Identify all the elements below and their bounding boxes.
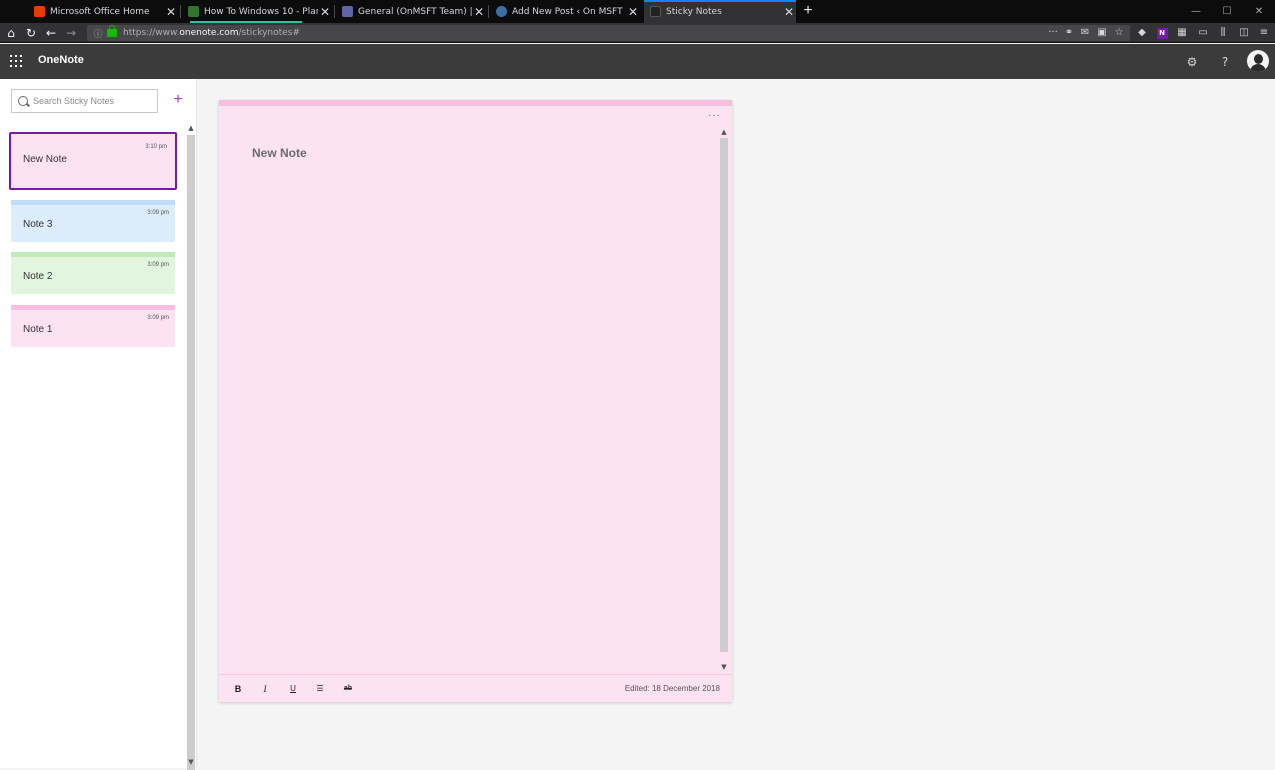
- note-card-new-note[interactable]: 3:10 pm New Note: [9, 132, 177, 190]
- back-icon[interactable]: ←: [42, 23, 60, 43]
- note-color-stripe: [11, 305, 175, 310]
- reader-icon[interactable]: ▣: [1094, 23, 1110, 43]
- search-box[interactable]: [11, 89, 158, 113]
- active-tab-indicator: [644, 0, 796, 2]
- notes-sidebar: + 3:10 pm New Note 3:09 pm Note 3 3:09 p…: [0, 79, 197, 770]
- close-icon[interactable]: ✕: [626, 5, 640, 19]
- extension-grid-icon[interactable]: ▦: [1174, 23, 1190, 43]
- planner-icon: [188, 6, 199, 17]
- menu-icon[interactable]: ≡: [1256, 23, 1272, 43]
- home-icon[interactable]: ⌂: [2, 23, 20, 43]
- page-actions-icon[interactable]: ···: [1045, 23, 1061, 43]
- close-icon[interactable]: ✕: [782, 5, 796, 19]
- format-toolbar: B I U ☰ ab Edited: 18 December 2018: [219, 674, 732, 702]
- scroll-up-icon[interactable]: ▲: [719, 127, 729, 137]
- app-title[interactable]: OneNote: [38, 54, 84, 66]
- onmsft-icon: [496, 6, 507, 17]
- note-title: Note 2: [23, 271, 53, 282]
- underline-button[interactable]: U: [286, 682, 300, 696]
- onenote-clipper-icon[interactable]: N: [1154, 23, 1170, 43]
- note-title: Note 3: [23, 219, 53, 230]
- app-launcher-icon[interactable]: [10, 55, 22, 67]
- browser-tab-onmsft[interactable]: Add New Post ‹ On MSFT — W ✕: [490, 0, 640, 23]
- tab-separator: [488, 5, 489, 18]
- close-icon[interactable]: ✕: [472, 5, 486, 19]
- maximize-button[interactable]: ☐: [1212, 0, 1242, 23]
- tab-label: How To Windows 10 - Planner: [204, 6, 318, 17]
- tab-label: Sticky Notes: [666, 6, 722, 17]
- more-options-icon[interactable]: ···: [708, 110, 721, 121]
- avatar[interactable]: [1247, 50, 1269, 72]
- address-bar[interactable]: ⓘ https://www. onenote.com/stickynotes#: [87, 25, 1130, 41]
- note-card-note-2[interactable]: 3:09 pm Note 2: [11, 252, 175, 294]
- library-icon[interactable]: ⫼: [1215, 23, 1231, 43]
- help-icon[interactable]: ?: [1216, 53, 1234, 71]
- tab-label: Add New Post ‹ On MSFT — W: [512, 6, 626, 17]
- close-icon[interactable]: ✕: [164, 5, 178, 19]
- scroll-down-icon[interactable]: ▼: [186, 757, 196, 767]
- sticky-notes-icon: [650, 6, 661, 17]
- scrollbar-thumb[interactable]: [720, 138, 728, 652]
- note-time: 3:09 pm: [147, 315, 169, 321]
- lock-icon[interactable]: [107, 25, 117, 37]
- url-prefix: https://www.: [123, 28, 180, 38]
- teams-icon: [342, 6, 353, 17]
- note-color-stripe: [11, 252, 175, 257]
- editor-scrollbar[interactable]: ▲ ▼: [719, 127, 729, 673]
- info-icon[interactable]: ⓘ: [91, 27, 105, 40]
- note-color-stripe: [219, 100, 732, 106]
- scrollbar-thumb[interactable]: [187, 135, 195, 770]
- browser-tab-strip: Microsoft Office Home ✕ How To Windows 1…: [0, 0, 1275, 23]
- search-input[interactable]: [33, 96, 148, 106]
- office-icon: [34, 6, 45, 17]
- app-header: OneNote ⚙ ?: [0, 44, 1275, 79]
- screenshot-icon[interactable]: ▭: [1195, 23, 1211, 43]
- strikethrough-button[interactable]: ab: [341, 682, 355, 696]
- url-host: onenote.com: [179, 28, 239, 38]
- bold-button[interactable]: B: [231, 682, 245, 696]
- sidebar-scrollbar[interactable]: ▲ ▼: [186, 123, 196, 770]
- browser-tab-planner[interactable]: How To Windows 10 - Planner ✕: [182, 0, 332, 23]
- settings-gear-icon[interactable]: ⚙: [1183, 53, 1201, 71]
- browser-tab-office-home[interactable]: Microsoft Office Home ✕: [28, 0, 178, 23]
- sidebar-toggle-icon[interactable]: ◫: [1236, 23, 1252, 43]
- tab-label: General (OnMSFT Team) | Mic: [358, 6, 472, 17]
- scroll-down-icon[interactable]: ▼: [719, 662, 729, 672]
- mail-icon[interactable]: ✉: [1077, 23, 1093, 43]
- bullet-list-button[interactable]: ☰: [313, 682, 327, 696]
- minimize-button[interactable]: —: [1181, 0, 1211, 23]
- note-time: 3:09 pm: [147, 262, 169, 268]
- note-editor[interactable]: ··· New Note ▲ ▼ B I U ☰ ab Edited: 18 D…: [219, 100, 732, 702]
- note-time: 3:10 pm: [145, 144, 167, 150]
- bookmark-star-icon[interactable]: ☆: [1111, 23, 1127, 43]
- note-title: New Note: [23, 154, 67, 165]
- add-note-button[interactable]: +: [170, 90, 186, 110]
- window-close-button[interactable]: ✕: [1244, 0, 1274, 23]
- search-icon: [18, 96, 28, 106]
- note-title: Note 1: [23, 324, 53, 335]
- link-icon[interactable]: ⚭: [1061, 23, 1077, 43]
- forward-icon[interactable]: →: [62, 23, 80, 43]
- tab-separator: [334, 5, 335, 18]
- tab-separator: [180, 5, 181, 18]
- note-card-note-1[interactable]: 3:09 pm Note 1: [11, 305, 175, 347]
- browser-toolbar: ⌂ ↻ ← → ⓘ https://www. onenote.com/sticky…: [0, 23, 1275, 43]
- tab-label: Microsoft Office Home: [50, 6, 150, 17]
- note-color-stripe: [11, 200, 175, 205]
- note-time: 3:09 pm: [147, 210, 169, 216]
- extension-icon[interactable]: ◆: [1134, 23, 1150, 43]
- close-icon[interactable]: ✕: [318, 5, 332, 19]
- reload-icon[interactable]: ↻: [22, 23, 40, 43]
- browser-tab-teams[interactable]: General (OnMSFT Team) | Mic ✕: [336, 0, 486, 23]
- url-path: /stickynotes#: [238, 28, 300, 38]
- note-card-note-3[interactable]: 3:09 pm Note 3: [11, 200, 175, 242]
- new-tab-button[interactable]: +: [799, 0, 817, 23]
- edited-timestamp: Edited: 18 December 2018: [624, 684, 720, 693]
- italic-button[interactable]: I: [258, 682, 272, 696]
- scroll-up-icon[interactable]: ▲: [186, 123, 196, 133]
- browser-tab-sticky-notes[interactable]: Sticky Notes ✕: [644, 0, 796, 23]
- note-content[interactable]: New Note: [252, 146, 307, 160]
